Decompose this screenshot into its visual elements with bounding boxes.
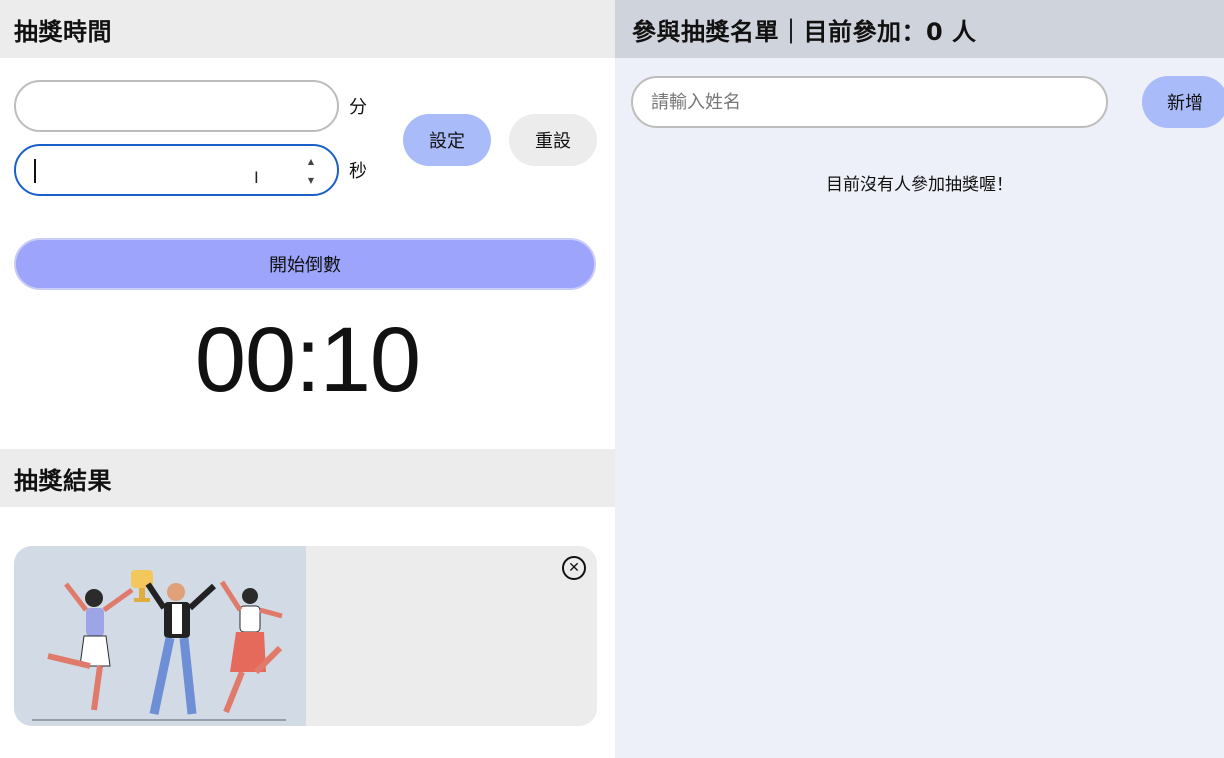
add-participant-form: 新增: [631, 76, 1224, 128]
draw-time-panel: 抽獎時間 分 I ▲ ▼ 秒 設定 重設 開始倒數 00:10 抽獎結果 ✕: [0, 0, 617, 758]
person-center: [145, 582, 217, 715]
number-spinner-icon[interactable]: ▲ ▼: [304, 157, 318, 185]
draw-result-title: 抽獎結果: [14, 466, 112, 495]
seconds-input[interactable]: I ▲ ▼: [14, 144, 339, 196]
set-button[interactable]: 設定: [403, 114, 491, 166]
minutes-row: 分: [14, 80, 374, 132]
person-left: [47, 582, 134, 711]
minutes-input[interactable]: [14, 80, 339, 132]
reset-button[interactable]: 重設: [509, 114, 597, 166]
person-right: [219, 580, 283, 714]
countdown-display: 00:10: [194, 309, 421, 411]
participants-title: 參與抽獎名單｜目前參加：0 人: [632, 17, 977, 46]
minutes-unit-label: 分: [349, 97, 367, 118]
seconds-row: I ▲ ▼ 秒: [14, 144, 374, 196]
add-button[interactable]: 新增: [1142, 76, 1224, 128]
participants-panel: 參與抽獎名單｜目前參加：0 人 新增 目前沒有人參加抽獎喔！: [615, 0, 1224, 758]
start-countdown-button[interactable]: 開始倒數: [14, 238, 596, 290]
participants-header: 參與抽獎名單｜目前參加：0 人: [615, 0, 1224, 58]
draw-time-header: 抽獎時間: [0, 0, 615, 58]
text-cursor-icon: I: [254, 168, 259, 187]
time-setting-form: 分 I ▲ ▼ 秒 設定 重設: [14, 80, 598, 200]
draw-result-header: 抽獎結果: [0, 449, 617, 507]
draw-time-title: 抽獎時間: [14, 17, 112, 46]
text-caret: [34, 159, 36, 183]
result-card: ✕: [14, 546, 597, 726]
seconds-unit-label: 秒: [349, 161, 367, 182]
name-input[interactable]: [631, 76, 1108, 128]
empty-participants-message: 目前沒有人參加抽獎喔！: [826, 175, 1013, 195]
celebration-illustration: [14, 546, 306, 726]
close-circle-icon[interactable]: ✕: [562, 556, 586, 580]
